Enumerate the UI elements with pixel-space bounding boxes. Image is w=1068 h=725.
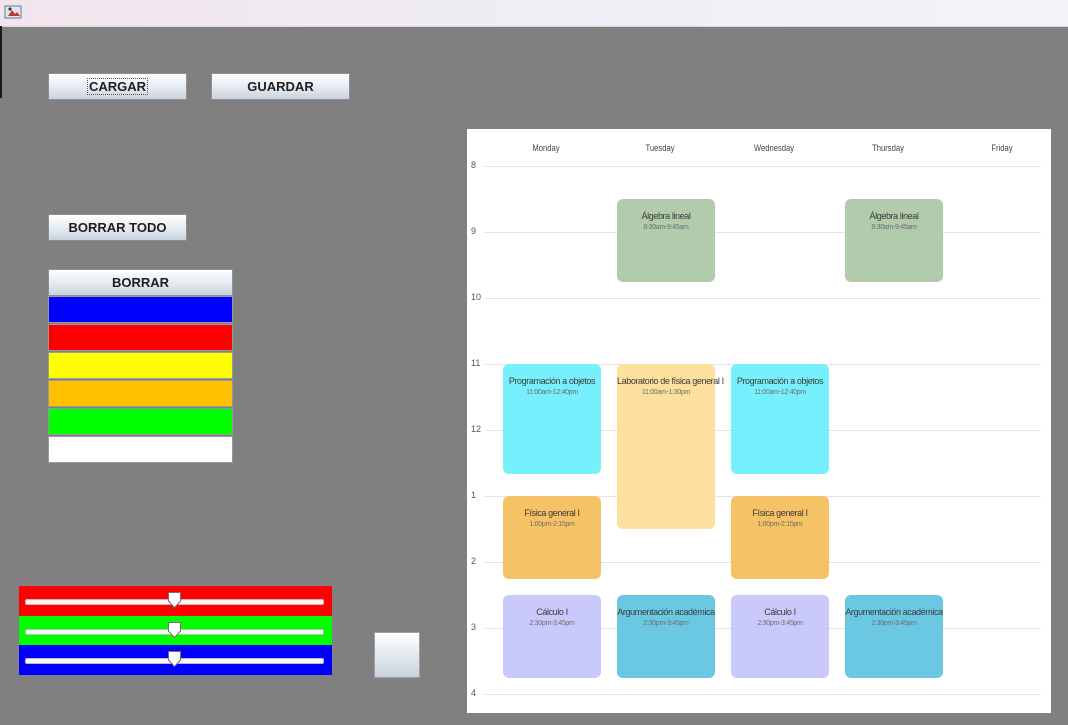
blue-slider[interactable] (19, 645, 332, 675)
event-title: Física general I (524, 508, 580, 518)
hour-label: 10 (471, 292, 482, 302)
hour-label: 11 (471, 358, 481, 368)
color-swatch-blue[interactable] (48, 296, 233, 323)
red-slider-thumb[interactable] (168, 592, 181, 608)
hour-label: 12 (471, 424, 482, 434)
event-title: Cálculo I (764, 607, 796, 617)
green-slider[interactable] (19, 616, 332, 646)
hour-label: 1 (471, 490, 477, 500)
hour-gridline (485, 298, 1041, 299)
event-time: 11:00am-12:40pm (754, 389, 806, 396)
color-preview-button[interactable] (374, 632, 420, 678)
blue-slider-thumb[interactable] (168, 651, 181, 667)
hour-label: 4 (471, 688, 477, 698)
day-header-monday: Monday (532, 143, 560, 153)
event-time: 8:30am-9:45am (643, 224, 689, 231)
calendar-event[interactable]: Álgebra lineal 8:30am-9:45am (845, 199, 943, 282)
event-title: Física general I (752, 508, 808, 518)
red-slider[interactable] (19, 586, 332, 616)
schedule-calendar: Monday Tuesday Wednesday Thursday Friday 8 9 1… (467, 129, 1051, 713)
event-time: 11:00am-12:40pm (526, 389, 578, 396)
java-app-icon (4, 5, 22, 19)
color-swatch-yellow[interactable] (48, 352, 233, 379)
calendar-event[interactable]: Cálculo I 2:30pm-3:45pm (731, 595, 829, 678)
calendar-event[interactable]: Física general I 1:00pm-2:15pm (731, 496, 829, 579)
event-title: Álgebra lineal (869, 211, 919, 221)
calendar-event[interactable]: Física general I 1:00pm-2:15pm (503, 496, 601, 579)
erase-button[interactable]: BORRAR (48, 269, 233, 296)
event-time: 2:30pm-3:45pm (529, 620, 575, 627)
hour-label: 3 (471, 622, 477, 632)
calendar-event[interactable]: Cálculo I 2:30pm-3:45pm (503, 595, 601, 678)
save-button-label: GUARDAR (247, 79, 314, 94)
event-title: Álgebra lineal (641, 211, 691, 221)
event-title: Laboratorio de física general I (617, 376, 724, 386)
event-time: 2:30pm-3:45pm (871, 620, 917, 627)
hour-gridline (485, 232, 1041, 233)
event-title: Programación a objetos (736, 376, 824, 386)
calendar-event[interactable]: Laboratorio de física general I 11:00am-1… (617, 364, 724, 529)
calendar-event[interactable]: Álgebra lineal 8:30am-9:45am (617, 199, 715, 282)
day-header-thursday: Thursday (872, 143, 904, 153)
event-time: 1:00pm-2:15pm (757, 521, 803, 528)
day-header-friday: Friday (991, 143, 1013, 153)
event-time: 1:00pm-2:15pm (529, 521, 575, 528)
save-button[interactable]: GUARDAR (211, 73, 350, 100)
event-time: 11:00am-1:30pm (641, 389, 691, 396)
calendar-event[interactable]: Programación a objetos 11:00am-12:40pm (731, 364, 829, 474)
color-swatch-white[interactable] (48, 436, 233, 463)
calendar-event[interactable]: Argumentación académica 2:30pm-3:45pm (617, 595, 715, 678)
hour-label: 2 (471, 556, 477, 566)
hour-gridline (485, 166, 1041, 167)
clear-all-button-label: BORRAR TODO (68, 220, 167, 235)
color-swatch-green[interactable] (48, 408, 233, 435)
hour-label: 9 (471, 226, 477, 236)
event-title: Cálculo I (536, 607, 568, 617)
event-time: 8:30am-9:45am (871, 224, 917, 231)
color-swatch-orange[interactable] (48, 380, 233, 407)
clear-all-button[interactable]: BORRAR TODO (48, 214, 187, 241)
load-button-label: CARGAR (86, 78, 149, 95)
window-edge (0, 26, 2, 98)
load-button[interactable]: CARGAR (48, 73, 187, 100)
event-time: 2:30pm-3:45pm (757, 620, 803, 627)
color-swatch-red[interactable] (48, 324, 233, 351)
day-header-tuesday: Tuesday (645, 143, 675, 153)
erase-button-label: BORRAR (111, 275, 170, 290)
day-header-wednesday: Wednesday (753, 143, 795, 153)
event-title: Argumentación académica (845, 607, 943, 617)
calendar-event[interactable]: Argumentación académica 2:30pm-3:45pm (845, 595, 943, 678)
hour-label: 8 (471, 160, 477, 170)
calendar-event[interactable]: Programación a objetos 11:00am-12:40pm (503, 364, 601, 474)
event-title: Programación a objetos (508, 376, 596, 386)
window-titlebar[interactable] (0, 0, 1068, 27)
event-time: 2:30pm-3:45pm (643, 620, 689, 627)
event-title: Argumentación académica (617, 607, 715, 617)
hour-gridline (485, 694, 1041, 695)
green-slider-thumb[interactable] (168, 622, 181, 638)
